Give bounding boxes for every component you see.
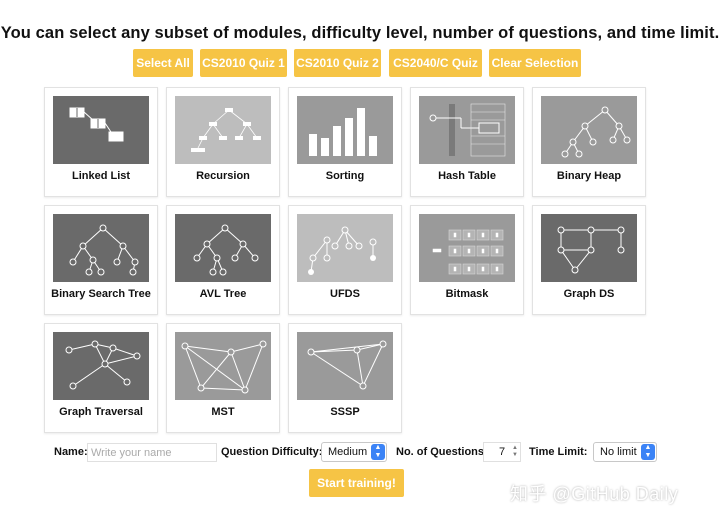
module-card-avl-tree[interactable]: AVL Tree (166, 205, 280, 315)
bar-sort-icon (297, 96, 393, 164)
module-card-binary-search-tree[interactable]: Binary Search Tree (44, 205, 158, 315)
module-label: Recursion (196, 170, 250, 182)
num-questions-value: 7 (498, 446, 506, 458)
name-label: Name: (54, 446, 88, 458)
module-label: UFDS (330, 288, 360, 300)
module-label: Graph Traversal (59, 406, 143, 418)
module-card-graph-ds[interactable]: Graph DS (532, 205, 646, 315)
start-training-button[interactable]: Start training! (309, 469, 404, 497)
cs2040c-quiz-button[interactable]: CS2040/C Quiz (389, 49, 482, 77)
module-label: Binary Heap (556, 170, 622, 182)
cs2010-quiz-1-button[interactable]: CS2010 Quiz 1 (200, 49, 287, 77)
graph-ds-icon (541, 214, 637, 282)
cs2010-quiz-2-button[interactable]: CS2010 Quiz 2 (294, 49, 381, 77)
select-arrows-icon: ▲ ▼ (371, 444, 385, 460)
module-label: Graph DS (563, 288, 615, 300)
select-arrows-icon: ▲ ▼ (641, 444, 655, 460)
sssp-icon (297, 332, 393, 400)
time-limit-value: No limit (600, 446, 637, 458)
module-card-mst[interactable]: MST (166, 323, 280, 433)
module-card-sssp[interactable]: SSSP (288, 323, 402, 433)
difficulty-select[interactable]: Medium ▲ ▼ (321, 442, 387, 462)
difficulty-label: Question Difficulty: (221, 446, 323, 458)
module-label: Hash Table (438, 170, 496, 182)
module-label: Bitmask (445, 288, 489, 300)
difficulty-value: Medium (328, 446, 368, 458)
num-questions-stepper[interactable]: 7 ▲ ▼ (483, 442, 521, 462)
recursion-tree-icon (175, 96, 271, 164)
module-card-graph-traversal[interactable]: Graph Traversal (44, 323, 158, 433)
binary-heap-icon (541, 96, 637, 164)
module-label: Sorting (325, 170, 365, 182)
stepper-arrows-icon[interactable]: ▲ ▼ (512, 445, 518, 459)
module-card-binary-heap[interactable]: Binary Heap (532, 87, 646, 197)
time-limit-select[interactable]: No limit ▲ ▼ (593, 442, 657, 462)
preset-button-row: Select All CS2010 Quiz 1 CS2010 Quiz 2 C… (0, 49, 720, 77)
module-label: Binary Search Tree (51, 288, 151, 300)
module-label: Linked List (71, 170, 131, 182)
mst-icon (175, 332, 271, 400)
time-limit-label: Time Limit: (529, 446, 588, 458)
hash-table-icon (419, 96, 515, 164)
select-all-button[interactable]: Select All (133, 49, 193, 77)
module-card-bitmask[interactable]: Bitmask (410, 205, 524, 315)
graph-traversal-icon (53, 332, 149, 400)
ufds-icon (297, 214, 393, 282)
linked-list-icon (53, 96, 149, 164)
module-card-hash-table[interactable]: Hash Table (410, 87, 524, 197)
training-options-row: Name: Question Difficulty: Medium ▲▼ No.… (0, 442, 720, 464)
module-label: AVL Tree (199, 288, 247, 300)
module-card-ufds[interactable]: UFDS (288, 205, 402, 315)
watermark: 知乎 @GitHub Daily (510, 484, 679, 504)
avl-tree-icon (175, 214, 271, 282)
name-input[interactable] (87, 443, 217, 462)
bst-icon (53, 214, 149, 282)
bitmask-icon (419, 214, 515, 282)
module-card-linked-list[interactable]: Linked List (44, 87, 158, 197)
module-card-sorting[interactable]: Sorting (288, 87, 402, 197)
page-headline: You can select any subset of modules, di… (0, 24, 720, 42)
module-label: MST (211, 406, 235, 418)
clear-selection-button[interactable]: Clear Selection (489, 49, 581, 77)
module-card-recursion[interactable]: Recursion (166, 87, 280, 197)
module-label: SSSP (330, 406, 360, 418)
num-questions-label: No. of Questions: (396, 446, 488, 458)
